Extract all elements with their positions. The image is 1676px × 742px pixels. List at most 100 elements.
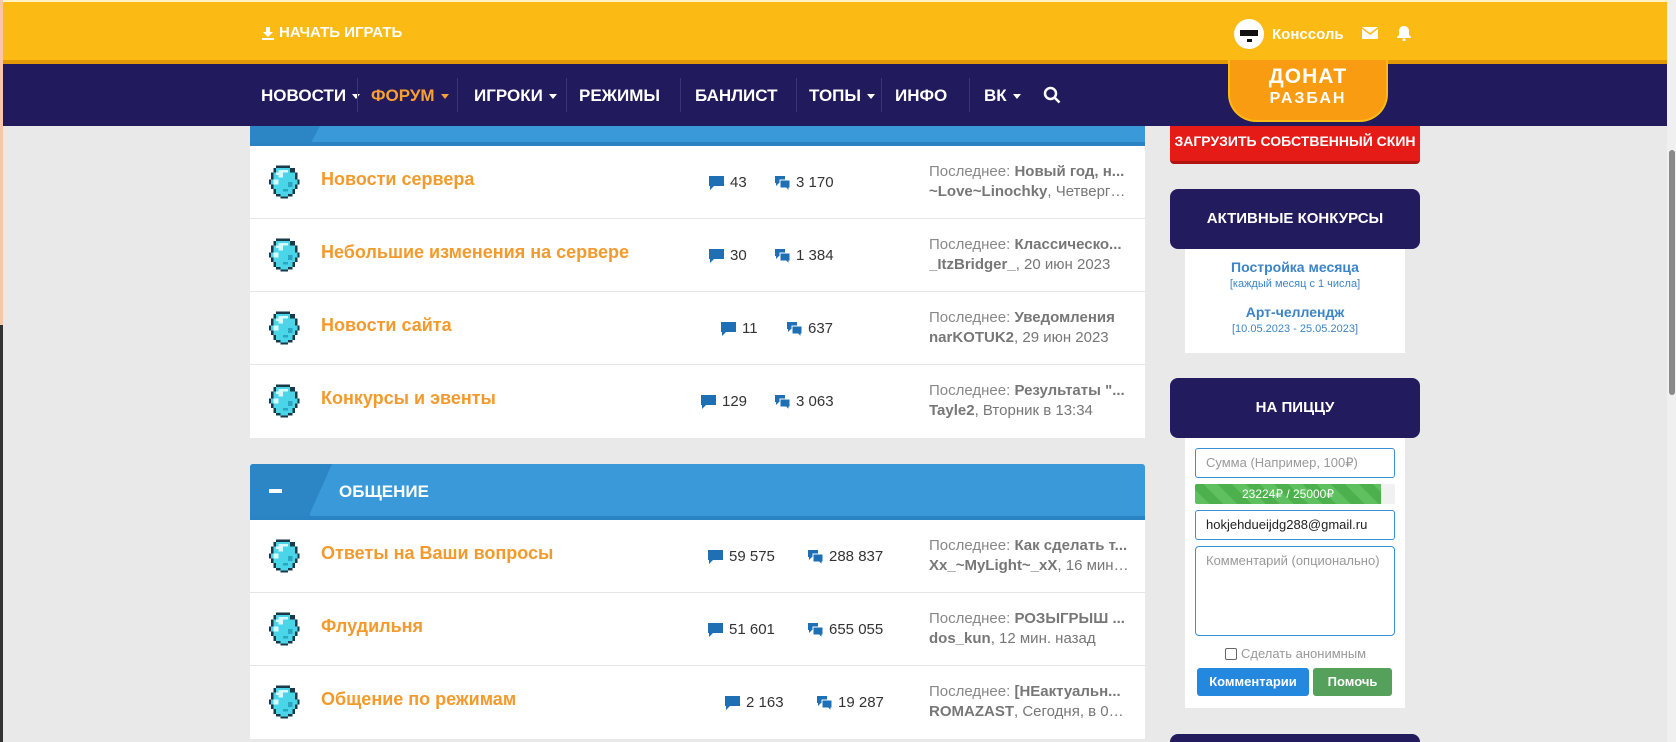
nav-tops[interactable]: ТОПЫ (809, 86, 876, 106)
forum-section-news: Новости сервера 43 3 170 Последнее: Новы… (250, 146, 1145, 438)
collapse-icon[interactable] (269, 489, 282, 493)
diamond-icon (268, 685, 300, 719)
last-post-info[interactable]: Последнее: РОЗЫГРЫШ ... dos_kun, 12 мин. … (929, 609, 1129, 649)
anonymous-checkbox[interactable] (1225, 647, 1237, 660)
donate-button[interactable]: ДОНАТ РАЗБАН (1228, 60, 1388, 122)
last-post-time: , Вторник в 13:34 (974, 402, 1093, 419)
progress-text: 23224₽ / 25000₽ (1241, 487, 1334, 501)
last-post-title[interactable]: Классическо... (1014, 236, 1121, 253)
caret-down-icon (1012, 93, 1021, 99)
forum-title[interactable]: Новости сервера (321, 169, 474, 190)
thread-count: 129 (700, 393, 747, 410)
last-post-user[interactable]: ROMAZAST (929, 703, 1014, 720)
forum-row: Новости сервера 43 3 170 Последнее: Новы… (250, 146, 1145, 219)
last-post-time: , Четверг в... (1047, 183, 1129, 200)
comment-textarea[interactable]: Комментарий (опционально) (1195, 546, 1395, 636)
last-post-info[interactable]: Последнее: Уведомления narKOTUK2, 29 июн … (929, 308, 1129, 348)
nav-vk[interactable]: ВК (984, 86, 1021, 106)
contest-dates: [каждый месяц с 1 числа] (1229, 278, 1361, 290)
caret-down-icon (867, 93, 876, 99)
last-post-info[interactable]: Последнее: Новый год, н... ~Love~Linochky… (929, 162, 1129, 202)
thread-count: 30 (708, 247, 747, 264)
last-post-title[interactable]: РОЗЫГРЫШ ... (1014, 610, 1125, 627)
last-post-title[interactable]: Результаты "... (1014, 382, 1124, 399)
unban-label: РАЗБАН (1269, 90, 1347, 107)
comments-icon (775, 394, 791, 410)
last-post-title[interactable]: Уведомления (1014, 309, 1114, 326)
nav-news[interactable]: НОВОСТИ (261, 86, 361, 106)
post-count: 637 (786, 320, 833, 337)
forum-title[interactable]: Ответы на Ваши вопросы (321, 543, 553, 564)
diamond-icon (268, 238, 300, 272)
comment-icon (701, 394, 716, 409)
next-widget-header (1170, 734, 1420, 742)
thread-count: 11 (720, 320, 758, 337)
last-post-time: , 16 мин. ... (1057, 557, 1129, 574)
scrollbar-thumb[interactable] (1669, 150, 1675, 395)
last-post-info[interactable]: Последнее: Классическо... _ItzBridger_, 2… (929, 235, 1129, 275)
start-playing-label: НАЧАТЬ ИГРАТЬ (279, 24, 403, 41)
last-post-user[interactable]: ~Love~Linochky (929, 183, 1047, 200)
nav-forum[interactable]: ФОРУМ (371, 86, 449, 106)
contests-panel: Постройка месяца [каждый месяц с 1 числа… (1185, 249, 1405, 353)
diamond-icon (268, 612, 300, 646)
comments-button[interactable]: Комментарии (1197, 668, 1309, 696)
contest-name[interactable]: Постройка месяца (1185, 259, 1405, 275)
donate-label: ДОНАТ (1268, 65, 1348, 88)
comment-icon (721, 321, 736, 336)
mail-icon[interactable] (1362, 27, 1378, 39)
contest-name[interactable]: Арт-челлендж (1185, 304, 1405, 320)
bell-icon[interactable] (1396, 25, 1412, 41)
amount-input[interactable]: Сумма (Например, 100₽) (1195, 448, 1395, 478)
post-count: 19 287 (816, 694, 884, 711)
caret-down-icon (548, 93, 557, 99)
post-count: 1 384 (774, 247, 834, 264)
last-post-user[interactable]: Xx_~MyLight~_xX (929, 557, 1057, 574)
forum-title[interactable]: Флудильня (321, 616, 423, 637)
last-post-time: , 12 мин. назад (990, 630, 1096, 647)
last-post-user[interactable]: Tayle2 (929, 402, 975, 419)
last-post-user[interactable]: narKOTUK2 (929, 329, 1014, 346)
forum-row: Небольшие изменения на сервере 30 1 384 … (250, 219, 1145, 292)
start-playing-link[interactable]: НАЧАТЬ ИГРАТЬ (261, 24, 402, 41)
forum-title[interactable]: Новости сайта (321, 315, 452, 336)
forum-row: Общение по режимам 2 163 19 287 Последне… (250, 666, 1145, 739)
comment-icon (709, 175, 724, 190)
last-post-info[interactable]: Последнее: Результаты "... Tayle2, Вторни… (929, 381, 1129, 421)
comments-icon (808, 622, 824, 638)
last-post-title[interactable]: Как сделать т... (1014, 537, 1127, 554)
forum-section-communication: Ответы на Ваши вопросы 59 575 288 837 По… (250, 520, 1145, 739)
last-post-info[interactable]: Последнее: [НЕактуальн... ROMAZAST, Сегод… (929, 682, 1129, 722)
forum-title[interactable]: Общение по режимам (321, 689, 516, 710)
last-post-info[interactable]: Последнее: Как сделать т... Xx_~MyLight~_… (929, 536, 1129, 576)
email-input[interactable]: hokjehdueijdg288@gmail.ru (1195, 510, 1395, 540)
category-title[interactable]: ОБЩЕНИЕ (339, 482, 429, 502)
nav-divider (357, 78, 358, 112)
post-count: 3 170 (774, 174, 834, 191)
forum-title[interactable]: Небольшие изменения на сервере (321, 242, 629, 263)
forum-title[interactable]: Конкурсы и эвенты (321, 388, 496, 409)
donation-panel: Сумма (Например, 100₽) 23224₽ / 25000₽ h… (1185, 438, 1405, 708)
nav-divider (680, 78, 681, 112)
last-post-time: , 29 июн 2023 (1014, 329, 1109, 346)
upload-skin-button[interactable]: ЗАГРУЗИТЬ СОБСТВЕННЫЙ СКИН (1170, 126, 1420, 164)
comments-icon (775, 248, 791, 264)
anonymous-option[interactable]: Сделать анонимным (1225, 646, 1405, 661)
nav-modes[interactable]: РЕЖИМЫ (579, 86, 660, 106)
last-post-user[interactable]: _ItzBridger_ (929, 256, 1016, 273)
comment-icon (725, 695, 740, 710)
nav-players[interactable]: ИГРОКИ (474, 86, 557, 106)
nav-info[interactable]: ИНФО (895, 86, 947, 106)
last-post-title[interactable]: Новый год, н... (1014, 163, 1124, 180)
search-icon[interactable] (1043, 86, 1061, 104)
comment-icon (708, 549, 723, 564)
user-menu[interactable]: Конссоль (1234, 19, 1344, 49)
help-button[interactable]: Помочь (1313, 668, 1392, 696)
diamond-icon (268, 165, 300, 199)
last-post-user[interactable]: dos_kun (929, 630, 991, 647)
last-post-title[interactable]: [НЕактуальн... (1014, 683, 1120, 700)
avatar (1234, 19, 1264, 49)
category-header-partial (250, 126, 1145, 146)
nav-banlist[interactable]: БАНЛИСТ (695, 86, 778, 106)
left-edge-dark (0, 325, 3, 742)
